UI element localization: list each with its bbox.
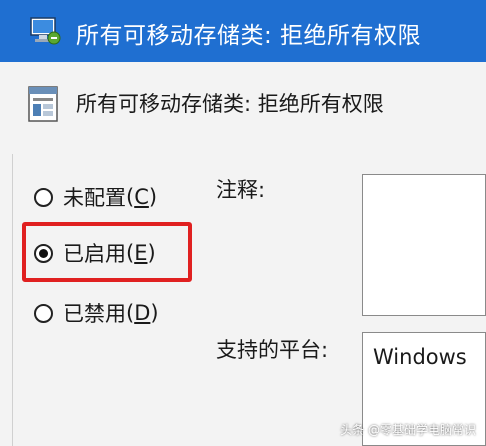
radio-circle[interactable] <box>34 187 53 207</box>
accelerator-key: C <box>134 185 149 209</box>
watermark: 头条 @零基础学电脑常识 <box>340 423 476 437</box>
policy-title: 所有可移动存储类: 拒绝所有权限 <box>76 92 384 116</box>
radio-circle[interactable] <box>34 303 53 323</box>
radio-disabled[interactable]: 已禁用(D) <box>34 298 159 328</box>
platform-label: 支持的平台: <box>216 338 329 362</box>
platform-value: Windows <box>373 345 467 369</box>
accelerator-key: D <box>134 301 151 325</box>
radio-not-configured[interactable]: 未配置(C) <box>34 182 157 212</box>
policy-header: 所有可移动存储类: 拒绝所有权限 <box>0 62 486 154</box>
comment-textarea[interactable] <box>362 174 486 316</box>
title-bar: 所有可移动存储类: 拒绝所有权限 <box>0 0 486 62</box>
window-title: 所有可移动存储类: 拒绝所有权限 <box>76 23 422 49</box>
highlight-annotation-box <box>22 222 192 282</box>
policy-setting-icon <box>28 86 58 122</box>
comment-label: 注释: <box>216 178 266 202</box>
group-policy-app-icon <box>30 17 61 45</box>
radio-label: 未配置 <box>63 186 126 210</box>
radio-label: 已禁用 <box>63 302 126 326</box>
policy-dialog: 所有可移动存储类: 拒绝所有权限 所有可移动存储类: 拒绝所有权限 未配置(C)… <box>0 0 486 446</box>
